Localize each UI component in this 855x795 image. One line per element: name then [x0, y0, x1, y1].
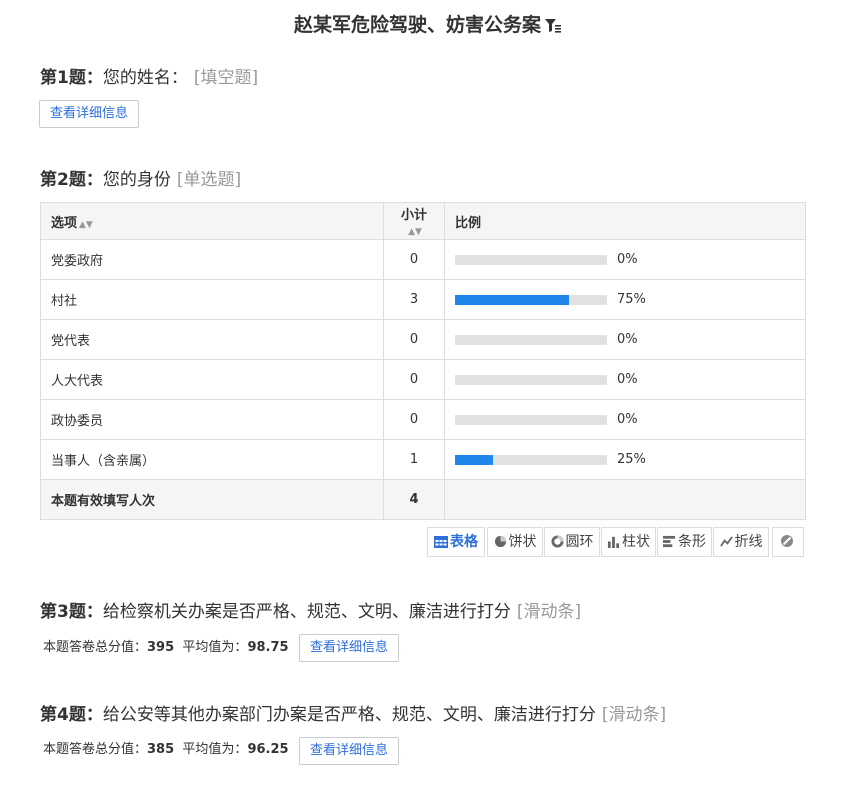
table-icon — [434, 536, 448, 548]
table-header-row: 选项 ▲▼ 小计▲▼ 比例 — [40, 202, 806, 240]
q4-number: 第4题： — [40, 705, 103, 725]
q4-type: [滑动条] — [601, 705, 667, 725]
view-ring-button[interactable]: 圆环 — [544, 527, 600, 557]
ratio-percent: 25% — [617, 452, 646, 467]
row-count: 1 — [383, 439, 445, 480]
header-option[interactable]: 选项 ▲▼ — [40, 202, 384, 240]
view-pie-button[interactable]: 饼状 — [487, 527, 543, 557]
q3-view-details-button[interactable]: 查看详细信息 — [299, 634, 400, 662]
table-row: 政协委员 0 0% — [40, 399, 806, 440]
q4-view-details-button[interactable]: 查看详细信息 — [299, 737, 400, 765]
table-row: 当事人（含亲属） 1 25% — [40, 439, 806, 480]
donut-chart-icon — [550, 535, 564, 548]
view-table-button[interactable]: 表格 — [427, 527, 485, 557]
ratio-percent: 0% — [617, 332, 638, 347]
row-option: 党代表 — [40, 319, 384, 360]
row-option: 政协委员 — [40, 399, 384, 440]
ratio-bar — [455, 254, 607, 265]
q4-total-value: 385 — [147, 742, 175, 757]
row-count: 0 — [383, 319, 445, 360]
q1-view-details-button[interactable]: 查看详细信息 — [39, 100, 140, 128]
q1-title: 第1题：您的姓名： [填空题] — [40, 66, 258, 90]
row-option: 村社 — [40, 279, 384, 320]
q4-avg-value: 96.25 — [247, 742, 289, 757]
header-ratio: 比例 — [444, 202, 806, 240]
ratio-bar — [455, 414, 607, 425]
table-row: 党委政府 0 0% — [40, 239, 806, 280]
q3-total-value: 395 — [147, 640, 175, 655]
bar-chart-icon — [663, 535, 676, 548]
ratio-bar — [455, 374, 607, 385]
row-count: 3 — [383, 279, 445, 320]
row-count: 0 — [383, 239, 445, 280]
q1-type: [填空题] — [193, 68, 259, 88]
row-count: 0 — [383, 359, 445, 400]
view-line-button[interactable]: 折线 — [713, 527, 769, 557]
ratio-percent: 75% — [617, 292, 646, 307]
row-ratio: 25% — [444, 439, 806, 480]
q3-avg-value: 98.75 — [247, 640, 289, 655]
q3-avg-label: 平均值为： — [182, 640, 248, 655]
q2-stats-table: 选项 ▲▼ 小计▲▼ 比例 党委政府 0 0% 村社 3 75% 党代表 0 0% 人大代表 0 0% 政… — [40, 202, 806, 520]
pie-chart-icon — [494, 535, 506, 548]
filter-icon[interactable] — [545, 12, 561, 42]
ratio-bar — [455, 334, 607, 345]
row-option: 当事人（含亲属） — [40, 439, 384, 480]
sort-icon[interactable]: ▲▼ — [408, 227, 422, 237]
table-row: 人大代表 0 0% — [40, 359, 806, 400]
view-hbar-button[interactable]: 条形 — [657, 527, 712, 557]
q4-total-label: 本题答卷总分值： — [43, 742, 148, 757]
row-ratio: 0% — [444, 359, 806, 400]
ratio-bar-fill — [455, 454, 493, 465]
column-chart-icon — [607, 536, 620, 548]
q4-title: 第4题：给公安等其他办案部门办案是否严格、规范、文明、廉洁进行打分 [滑动条] — [40, 703, 666, 727]
disable-icon — [781, 535, 793, 547]
q2-type: [单选题] — [176, 170, 242, 190]
row-option: 党委政府 — [40, 239, 384, 280]
sort-icon[interactable]: ▲▼ — [79, 220, 93, 230]
row-ratio: 0% — [444, 399, 806, 440]
view-column-button[interactable]: 柱状 — [601, 527, 656, 557]
q4-summary: 本题答卷总分值：385 平均值为：96.25 — [43, 736, 289, 764]
q3-number: 第3题： — [40, 602, 103, 622]
ratio-percent: 0% — [617, 372, 638, 387]
row-ratio: 0% — [444, 319, 806, 360]
q4-text: 给公安等其他办案部门办案是否严格、规范、文明、廉洁进行打分 — [102, 705, 596, 725]
ratio-percent: 0% — [617, 412, 638, 427]
q3-summary: 本题答卷总分值：395 平均值为：98.75 — [43, 634, 289, 662]
q4-avg-label: 平均值为： — [182, 742, 248, 757]
q3-text: 给检察机关办案是否严格、规范、文明、廉洁进行打分 — [102, 602, 511, 622]
survey-title: 赵某军危险驾驶、妨害公务案 — [0, 10, 855, 42]
ratio-bar — [455, 294, 607, 305]
q2-text: 您的身份 — [102, 170, 171, 190]
row-option: 人大代表 — [40, 359, 384, 400]
q3-type: [滑动条] — [516, 602, 582, 622]
q3-total-label: 本题答卷总分值： — [43, 640, 148, 655]
q3-title: 第3题：给检察机关办案是否严格、规范、文明、廉洁进行打分 [滑动条] — [40, 600, 581, 624]
ratio-percent: 0% — [617, 252, 638, 267]
ratio-bar — [455, 454, 607, 465]
total-empty — [444, 479, 806, 520]
header-count[interactable]: 小计▲▼ — [383, 202, 445, 240]
total-label: 本题有效填写人次 — [40, 479, 384, 520]
q2-title: 第2题：您的身份 [单选题] — [40, 168, 241, 192]
total-count: 4 — [383, 479, 445, 520]
ratio-bar-fill — [455, 294, 569, 305]
table-row: 党代表 0 0% — [40, 319, 806, 360]
hide-chart-button[interactable] — [772, 527, 804, 557]
row-ratio: 75% — [444, 279, 806, 320]
q1-number: 第1题： — [40, 68, 103, 88]
table-row: 村社 3 75% — [40, 279, 806, 320]
q2-number: 第2题： — [40, 170, 103, 190]
survey-title-text: 赵某军危险驾驶、妨害公务案 — [293, 14, 541, 36]
q1-text: 您的姓名： — [102, 68, 188, 88]
line-chart-icon — [719, 536, 733, 547]
row-ratio: 0% — [444, 239, 806, 280]
table-total-row: 本题有效填写人次 4 — [40, 479, 806, 520]
row-count: 0 — [383, 399, 445, 440]
